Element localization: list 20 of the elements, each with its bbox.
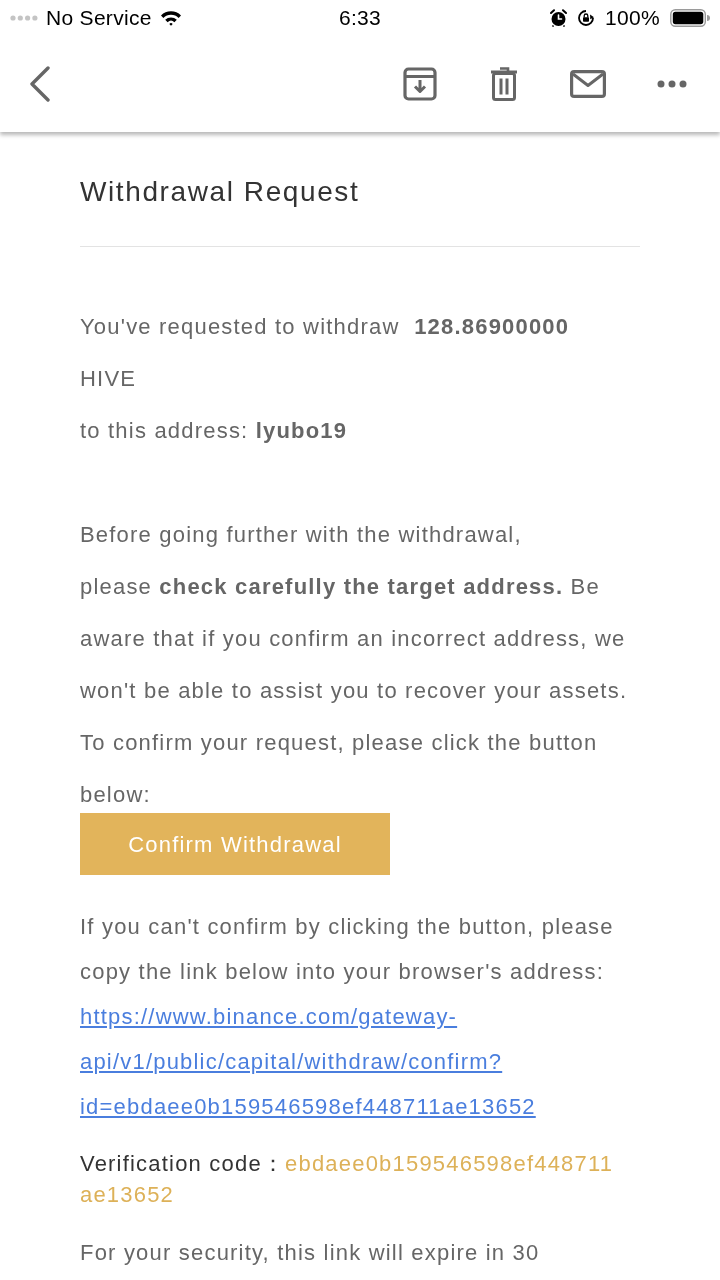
signal-dots-icon	[10, 15, 38, 21]
carrier-text: No Service	[46, 5, 152, 32]
verification-code-text: Verification code：ebdaee0b159546598ef448711ae13652	[80, 1150, 615, 1209]
expiry-notice-text: For your security, this link will expire in 30	[80, 1239, 541, 1267]
copy-link-instructions: If you can't confirm by clicking the button, please copy the link below into your browser's address:	[80, 913, 615, 986]
battery-percent: 100%	[605, 5, 660, 32]
trash-icon	[490, 67, 518, 101]
more-dots-icon	[657, 80, 687, 88]
battery-icon	[670, 9, 710, 27]
archive-icon	[403, 67, 437, 101]
wifi-icon	[159, 10, 182, 26]
email-subject: Withdrawal Request	[80, 175, 361, 209]
rotation-lock-icon	[577, 9, 596, 27]
confirmation-link[interactable]: https://www.binance.com/gateway-api/v1/public/capital/withdraw/confirm?id=ebdaee0b159546598ef448711ae13652	[80, 994, 550, 1129]
address-warning-text: Before going further with the withdrawal, please check carefully the target address. Be aware that if you confirm an incorrect address, we won't be able to assist you to recover your assets. To confirm your request, please click the button below:	[80, 521, 629, 809]
withdrawal-details-text: You've requested to withdraw 128.86900000 HIVE to this address: lyubo19	[80, 313, 571, 445]
envelope-icon	[570, 70, 606, 98]
chevron-left-icon	[29, 66, 51, 102]
alarm-clock-icon	[550, 9, 568, 27]
clock-time: 6:33	[338, 5, 382, 32]
